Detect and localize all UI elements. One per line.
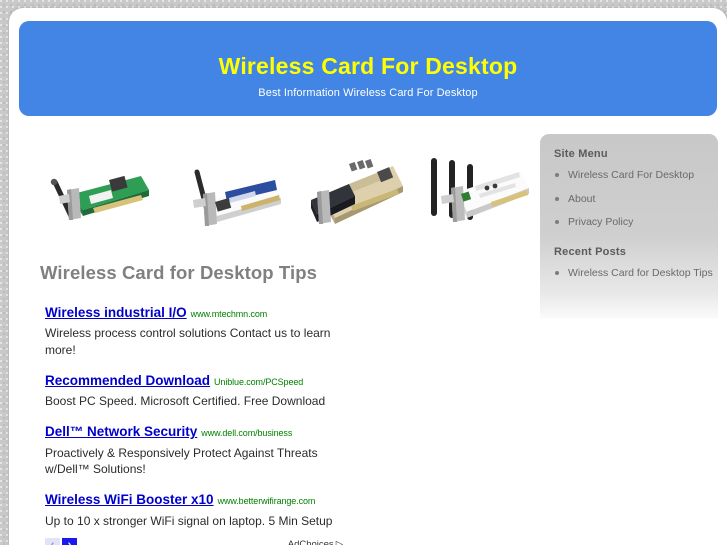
sidebar: Site Menu Wireless Card For Desktop Abou…	[540, 134, 718, 319]
adchoices-label: AdChoices	[287, 539, 334, 545]
sidebar-item-about[interactable]: About	[552, 193, 706, 206]
page-title: Wireless Card for Desktop Tips	[40, 262, 317, 283]
ad-pagination: ‹ ›	[45, 538, 77, 545]
sidebar-heading-site-menu: Site Menu	[554, 148, 608, 160]
ad-headline-row: Wireless WiFi Booster x10 www.betterwifir…	[45, 491, 345, 509]
ad-display-url: www.dell.com/business	[201, 428, 293, 439]
ad-title-link[interactable]: Recommended Download	[45, 373, 210, 388]
ad-title-link[interactable]: Wireless industrial I/O	[45, 305, 187, 320]
ad-unit: Recommended Download Uniblue.com/PCSpeed …	[45, 372, 345, 410]
ad-headline-row: Dell™ Network Security www.dell.com/busin…	[45, 423, 345, 441]
ad-display-url: www.betterwifirange.com	[217, 496, 316, 507]
wireless-card-image-4	[431, 158, 529, 222]
ad-footer: ‹ › AdChoices ▷	[45, 538, 345, 545]
ad-description: Up to 10 x stronger WiFi signal on lapto…	[45, 513, 333, 528]
ad-title-link[interactable]: Dell™ Network Security	[45, 424, 197, 439]
sidebar-item-wireless-card-for-desktop[interactable]: Wireless Card For Desktop	[552, 169, 706, 182]
ad-unit: Wireless WiFi Booster x10 www.betterwifir…	[45, 491, 345, 529]
ad-display-url: www.mtechmn.com	[190, 309, 268, 319]
adchoices-triangle-icon: ▷	[335, 539, 343, 545]
ad-headline-row: Recommended Download Uniblue.com/PCSpeed	[45, 372, 345, 390]
ad-description: Wireless process control solutions Conta…	[45, 326, 331, 357]
sidebar-item-label: Wireless Card for Desktop Tips	[568, 266, 713, 279]
wireless-card-image-3	[311, 158, 403, 224]
ad-description: Proactively & Responsively Protect Again…	[45, 445, 318, 476]
sidebar-item-label: About	[568, 192, 596, 205]
sidebar-item-recent-post[interactable]: Wireless Card for Desktop Tips	[552, 267, 713, 280]
site-title: Wireless Card For Desktop	[218, 53, 518, 79]
ad-title-link[interactable]: Wireless WiFi Booster x10	[45, 492, 214, 507]
wireless-card-image-2	[193, 169, 281, 226]
next-arrow-icon[interactable]: ›	[62, 538, 77, 545]
adchoices-link[interactable]: AdChoices ▷	[288, 539, 343, 545]
sidebar-item-privacy-policy[interactable]: Privacy Policy	[552, 216, 706, 229]
ad-display-url: Uniblue.com/PCSpeed	[214, 376, 304, 387]
sidebar-recent-posts-list: Wireless Card for Desktop Tips	[552, 267, 713, 280]
sidebar-heading-recent-posts: Recent Posts	[554, 245, 627, 258]
advertisement-block: Wireless industrial I/O www.mtechmn.com W…	[45, 304, 345, 543]
product-image-strip	[31, 144, 531, 244]
ad-headline-row: Wireless industrial I/O www.mtechmn.com	[45, 304, 345, 322]
sidebar-item-label: Wireless Card For Desktop	[568, 169, 695, 181]
sidebar-menu-list: Wireless Card For Desktop About Privacy …	[552, 169, 706, 229]
ad-unit: Wireless industrial I/O www.mtechmn.com W…	[45, 304, 345, 358]
page-container: Wireless Card For Desktop Best Informati…	[9, 8, 727, 545]
site-header-banner: Wireless Card For Desktop Best Informati…	[19, 21, 717, 116]
ad-unit: Dell™ Network Security www.dell.com/busin…	[45, 423, 345, 477]
site-tagline: Best Information Wireless Card For Deskt…	[258, 87, 478, 100]
ad-description: Boost PC Speed. Microsoft Certified. Fre…	[45, 394, 326, 409]
previous-arrow-icon[interactable]: ‹	[45, 538, 60, 545]
sidebar-item-label: Privacy Policy	[568, 216, 634, 229]
wireless-card-image-1	[50, 175, 149, 220]
